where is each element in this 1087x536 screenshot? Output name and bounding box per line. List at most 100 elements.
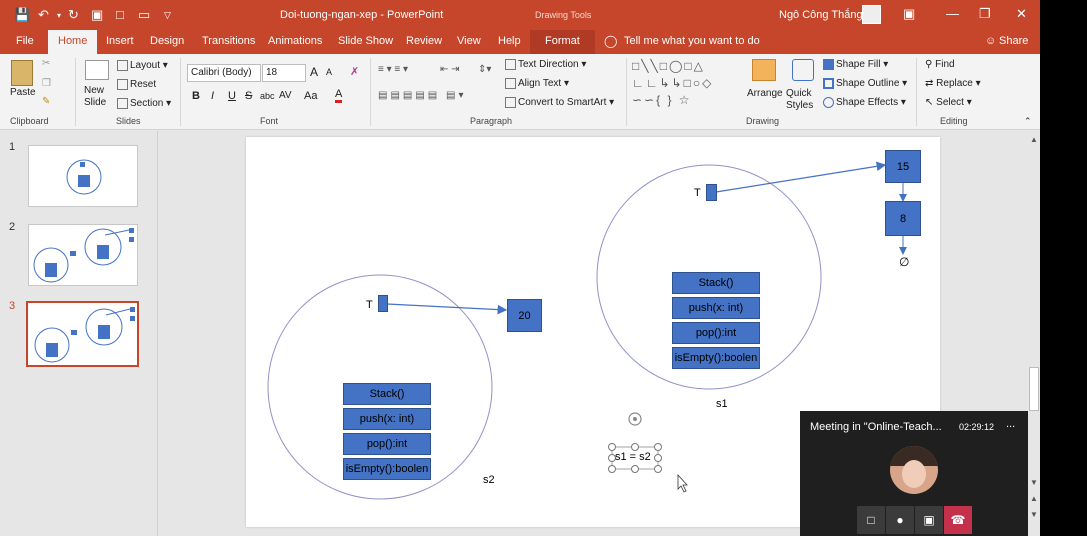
s1-method-isempty[interactable]: isEmpty():boolen: [672, 347, 760, 369]
s1-method-constructor[interactable]: Stack(): [672, 272, 760, 294]
line-spacing-icon[interactable]: ⇕▾: [478, 64, 491, 75]
undo-icon[interactable]: ↶: [38, 7, 49, 23]
present-icon[interactable]: ▣: [91, 7, 103, 23]
paste-button[interactable]: Paste: [10, 87, 36, 98]
shape-outline-button[interactable]: Shape Outline ▾: [823, 78, 907, 89]
bullets-icon[interactable]: ≡ ▾ ≡ ▾: [378, 64, 408, 75]
resize-handle[interactable]: [631, 465, 639, 473]
scroll-up-icon[interactable]: ▲: [1030, 135, 1038, 144]
tab-help[interactable]: Help: [498, 35, 521, 47]
reset-button[interactable]: Reset: [117, 79, 156, 90]
resize-handle[interactable]: [631, 443, 639, 451]
quick-styles-button[interactable]: Quick Styles: [786, 88, 813, 112]
redo-icon[interactable]: ↻: [68, 7, 79, 23]
minimize-icon[interactable]: —: [946, 6, 959, 21]
shrink-font-button[interactable]: A: [326, 67, 332, 77]
tab-animations[interactable]: Animations: [268, 35, 322, 47]
font-color-button[interactable]: A: [335, 88, 343, 103]
align-icons[interactable]: ▤▤▤▤▤ ▤▾: [378, 90, 467, 101]
copy-icon[interactable]: ❐: [42, 78, 51, 89]
slide-thumb-3[interactable]: [26, 301, 139, 367]
tab-insert[interactable]: Insert: [106, 35, 134, 47]
italic-button[interactable]: I: [211, 90, 214, 102]
tab-slide-show[interactable]: Slide Show: [338, 35, 393, 47]
arrange-button[interactable]: Arrange: [747, 88, 783, 99]
s2-method-push[interactable]: push(x: int): [343, 408, 431, 430]
collapse-ribbon-icon[interactable]: ⌃: [1024, 116, 1032, 127]
share-screen-icon[interactable]: ▣: [915, 506, 943, 534]
bold-button[interactable]: B: [192, 90, 200, 102]
font-name-combo[interactable]: Calibri (Body): [187, 64, 261, 82]
cut-icon[interactable]: ✂: [42, 58, 50, 69]
s2-method-pop[interactable]: pop():int: [343, 433, 431, 455]
meeting-window[interactable]: Meeting in "Online-Teach... 02:29:12 ...…: [800, 411, 1028, 536]
shapes-gallery[interactable]: □╲╲□◯□△ ∟∟↳↳□○◇ ∽∽{ } ☆: [632, 58, 742, 112]
s1-top-arrow[interactable]: [715, 161, 887, 193]
scrollbar-thumb[interactable]: [1029, 367, 1039, 411]
share-button[interactable]: Share: [999, 35, 1028, 47]
underline-button[interactable]: U: [228, 90, 236, 102]
resize-handle[interactable]: [654, 443, 662, 451]
participant-avatar[interactable]: [890, 446, 938, 494]
align-text-button[interactable]: Align Text ▾: [505, 78, 569, 89]
shadow-button[interactable]: abc: [260, 91, 275, 101]
tell-me-search[interactable]: Tell me what you want to do: [624, 35, 760, 47]
tab-file[interactable]: File: [16, 35, 34, 47]
slide-thumb-2[interactable]: [28, 224, 138, 286]
restore-icon[interactable]: ❐: [979, 6, 991, 22]
s1-top-pointer[interactable]: [706, 184, 717, 201]
shape-fill-button[interactable]: Shape Fill ▾: [823, 59, 888, 70]
s2-top-arrow[interactable]: [386, 303, 508, 315]
share-icon[interactable]: ☺: [985, 35, 996, 47]
s1-node-next[interactable]: 8: [885, 201, 921, 236]
customize-qat-icon[interactable]: ▽: [164, 10, 171, 21]
indent-icon[interactable]: ⇤ ⇥: [440, 64, 460, 75]
scroll-down-icon[interactable]: ▼: [1030, 478, 1038, 487]
font-size-combo[interactable]: 18: [262, 64, 306, 82]
format-painter-icon[interactable]: ✎: [42, 96, 50, 107]
layout-button[interactable]: Layout ▾: [117, 60, 168, 71]
grow-font-button[interactable]: A: [310, 65, 318, 79]
resize-handle[interactable]: [654, 465, 662, 473]
s2-node-top[interactable]: 20: [507, 299, 542, 332]
assignment-textbox[interactable]: s1 = s2: [615, 451, 651, 463]
select-button[interactable]: ↖ Select ▾: [925, 97, 972, 108]
resize-handle[interactable]: [608, 443, 616, 451]
quick-styles-icon[interactable]: [792, 59, 814, 81]
user-avatar[interactable]: [862, 5, 881, 24]
s1-method-pop[interactable]: pop():int: [672, 322, 760, 344]
smartart-button[interactable]: Convert to SmartArt ▾: [505, 97, 614, 108]
arrange-icon[interactable]: [752, 59, 776, 81]
s2-method-constructor[interactable]: Stack(): [343, 383, 431, 405]
replace-button[interactable]: ⇄ Replace ▾: [925, 78, 981, 89]
camera-off-icon[interactable]: □: [857, 506, 885, 534]
meeting-more-button[interactable]: ...: [1006, 418, 1015, 430]
new-slide-icon[interactable]: [85, 60, 109, 80]
shape-effects-button[interactable]: Shape Effects ▾: [823, 97, 906, 108]
tab-design[interactable]: Design: [150, 35, 184, 47]
resize-handle[interactable]: [654, 454, 662, 462]
tab-transitions[interactable]: Transitions: [202, 35, 255, 47]
char-spacing-button[interactable]: AV: [279, 90, 292, 101]
open-folder-icon[interactable]: ▭: [138, 7, 150, 23]
tab-view[interactable]: View: [457, 35, 481, 47]
text-direction-button[interactable]: Text Direction ▾: [505, 59, 586, 70]
paste-icon[interactable]: [11, 60, 33, 86]
tab-home[interactable]: Home: [48, 30, 98, 54]
next-slide-icon[interactable]: ▼: [1030, 510, 1038, 519]
section-button[interactable]: Section ▾: [117, 98, 171, 109]
undo-dropdown-icon[interactable]: ▾: [57, 11, 61, 20]
save-icon[interactable]: 💾: [14, 7, 30, 23]
tab-format[interactable]: Format: [530, 30, 595, 54]
tab-review[interactable]: Review: [406, 35, 442, 47]
strikethrough-button[interactable]: S: [245, 90, 252, 102]
s1-method-push[interactable]: push(x: int): [672, 297, 760, 319]
user-name[interactable]: Ngô Công Thắng: [779, 9, 863, 21]
prev-slide-icon[interactable]: ▲: [1030, 494, 1038, 503]
s2-method-isempty[interactable]: isEmpty():boolen: [343, 458, 431, 480]
change-case-button[interactable]: Aa: [304, 90, 317, 102]
resize-handle[interactable]: [608, 465, 616, 473]
s2-top-pointer[interactable]: [378, 295, 388, 312]
new-file-icon[interactable]: □: [116, 7, 124, 22]
ribbon-display-icon[interactable]: ▣: [903, 6, 915, 22]
